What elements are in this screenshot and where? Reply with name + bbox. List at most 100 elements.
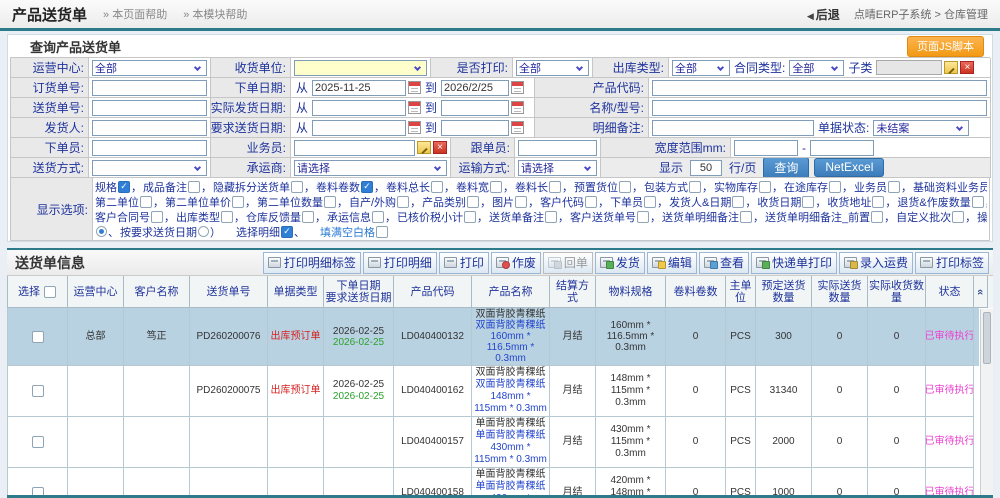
row-checkbox[interactable] bbox=[32, 436, 44, 448]
option-checkbox[interactable] bbox=[888, 181, 900, 193]
product-name-link[interactable]: 双面背胶青稞纸148mm * 115mm * 0.3mm bbox=[473, 379, 548, 415]
toolbar-button[interactable]: 打印标签 bbox=[915, 252, 989, 274]
option-checkbox[interactable] bbox=[545, 211, 557, 223]
page-help-link[interactable]: » 本页面帮助 bbox=[103, 6, 167, 22]
doc-status-select[interactable]: 未结案 bbox=[873, 120, 969, 136]
option-checkbox[interactable] bbox=[644, 196, 656, 208]
toolbar-button[interactable]: 发货 bbox=[595, 252, 645, 274]
option-checkbox[interactable] bbox=[872, 196, 884, 208]
width-min-input[interactable] bbox=[734, 140, 798, 156]
option-radio[interactable] bbox=[96, 226, 107, 237]
transport-method-select[interactable]: 请选择 bbox=[518, 160, 597, 176]
option-checkbox[interactable] bbox=[619, 181, 631, 193]
width-max-input[interactable] bbox=[810, 140, 874, 156]
option-checkbox[interactable] bbox=[972, 196, 984, 208]
option-checkbox[interactable] bbox=[871, 211, 883, 223]
option-checkbox[interactable] bbox=[324, 196, 336, 208]
contract-type-select[interactable]: 全部 bbox=[789, 60, 844, 76]
option-checkbox[interactable] bbox=[759, 181, 771, 193]
calendar-icon[interactable] bbox=[408, 101, 421, 114]
vertical-scrollbar[interactable] bbox=[980, 309, 993, 498]
option-checkbox[interactable] bbox=[740, 211, 752, 223]
netexcel-button[interactable]: NetExcel bbox=[814, 158, 884, 177]
row-checkbox[interactable] bbox=[32, 331, 44, 343]
printed-select[interactable]: 全部 bbox=[516, 60, 589, 76]
option-checkbox[interactable] bbox=[302, 211, 314, 223]
option-checkbox[interactable] bbox=[467, 196, 479, 208]
option-checkbox[interactable] bbox=[732, 196, 744, 208]
detail-note-input[interactable] bbox=[652, 120, 814, 136]
outbound-type-select[interactable]: 全部 bbox=[672, 60, 730, 76]
option-checkbox[interactable] bbox=[372, 211, 384, 223]
option-radio[interactable] bbox=[198, 226, 209, 237]
toolbar-button[interactable]: 录入运费 bbox=[839, 252, 913, 274]
option-checkbox[interactable] bbox=[464, 211, 476, 223]
option-checkbox[interactable] bbox=[291, 181, 303, 193]
option-checkbox[interactable] bbox=[802, 196, 814, 208]
option-link-label[interactable]: 填满空白格 bbox=[320, 224, 375, 239]
toolbar-button[interactable]: 快递单打印 bbox=[751, 252, 837, 274]
product-name-link[interactable]: 单面背胶青稞纸420mm * 148mm * 0.3mm bbox=[473, 481, 548, 498]
toolbar-button[interactable]: 打印 bbox=[439, 252, 489, 274]
actual-ship-date-from-input[interactable] bbox=[312, 100, 406, 116]
option-checkbox[interactable] bbox=[585, 196, 597, 208]
option-checkbox[interactable]: ✓ bbox=[361, 181, 373, 193]
toolbar-button[interactable]: 查看 bbox=[699, 252, 749, 274]
salesman-clear-icon[interactable]: × bbox=[433, 141, 447, 154]
operation-center-select[interactable]: 全部 bbox=[92, 60, 207, 76]
orderer-input[interactable] bbox=[92, 140, 207, 156]
rows-per-page-input[interactable] bbox=[690, 160, 722, 176]
option-checkbox[interactable] bbox=[637, 211, 649, 223]
delivery-method-select[interactable] bbox=[92, 160, 207, 176]
back-button[interactable]: ◀后退 bbox=[807, 6, 840, 23]
option-checkbox[interactable] bbox=[376, 226, 388, 238]
required-date-to-input[interactable] bbox=[441, 120, 509, 136]
toolbar-button[interactable]: 编辑 bbox=[647, 252, 697, 274]
order-no-input[interactable] bbox=[92, 80, 207, 96]
row-checkbox[interactable] bbox=[32, 385, 44, 397]
scrollbar-thumb[interactable] bbox=[983, 312, 991, 364]
option-checkbox[interactable] bbox=[232, 196, 244, 208]
order-date-to-input[interactable] bbox=[441, 80, 509, 96]
calendar-icon[interactable] bbox=[511, 121, 524, 134]
shipper-input[interactable] bbox=[92, 120, 207, 136]
merchandiser-input[interactable] bbox=[518, 140, 597, 156]
option-checkbox[interactable] bbox=[397, 196, 409, 208]
option-checkbox[interactable] bbox=[689, 181, 701, 193]
option-checkbox[interactable] bbox=[431, 181, 443, 193]
option-checkbox[interactable] bbox=[952, 211, 964, 223]
option-checkbox[interactable] bbox=[490, 181, 502, 193]
column-header-collapse[interactable]: « bbox=[974, 276, 988, 308]
toolbar-button[interactable]: 作废 bbox=[491, 252, 541, 274]
option-checkbox[interactable] bbox=[829, 181, 841, 193]
calendar-icon[interactable] bbox=[511, 81, 524, 94]
option-checkbox[interactable] bbox=[188, 181, 200, 193]
select-all-checkbox[interactable] bbox=[44, 286, 56, 298]
salesman-input[interactable] bbox=[294, 140, 415, 156]
receiver-unit-select[interactable] bbox=[294, 60, 427, 76]
product-code-input[interactable] bbox=[652, 80, 987, 96]
option-checkbox[interactable] bbox=[515, 196, 527, 208]
option-checkbox[interactable]: ✓ bbox=[281, 226, 293, 238]
toolbar-button[interactable]: 回单 bbox=[543, 252, 593, 274]
order-date-from-input[interactable] bbox=[312, 80, 406, 96]
breadcrumb-module[interactable]: 仓库管理 bbox=[944, 9, 988, 21]
required-date-from-input[interactable] bbox=[312, 120, 406, 136]
delivery-no-input[interactable] bbox=[92, 100, 207, 116]
actual-ship-date-to-input[interactable] bbox=[441, 100, 509, 116]
salesman-picker-icon[interactable] bbox=[417, 141, 431, 154]
option-checkbox[interactable] bbox=[221, 211, 233, 223]
page-js-script-button[interactable]: 页面JS脚本 bbox=[907, 36, 984, 57]
calendar-icon[interactable] bbox=[408, 121, 421, 134]
calendar-icon[interactable] bbox=[408, 81, 421, 94]
product-name-link[interactable]: 单面背胶青稞纸430mm * 115mm * 0.3mm bbox=[473, 430, 548, 466]
carrier-select[interactable]: 请选择 bbox=[294, 160, 447, 176]
option-checkbox[interactable] bbox=[549, 181, 561, 193]
option-checkbox[interactable] bbox=[151, 211, 163, 223]
toolbar-button[interactable]: 打印明细 bbox=[363, 252, 437, 274]
module-help-link[interactable]: » 本模块帮助 bbox=[183, 6, 247, 22]
product-name-link[interactable]: 双面背胶青稞纸160mm * 116.5mm * 0.3mm bbox=[473, 320, 548, 364]
name-model-input[interactable] bbox=[652, 100, 987, 116]
breadcrumb-system[interactable]: 点晴ERP子系统 bbox=[854, 9, 932, 21]
option-checkbox[interactable]: ✓ bbox=[118, 181, 130, 193]
